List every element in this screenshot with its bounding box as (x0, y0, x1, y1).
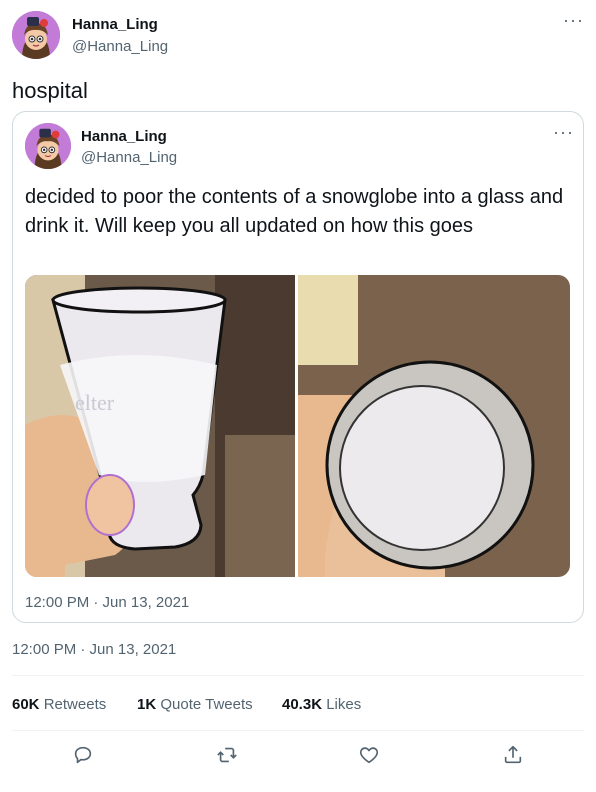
glass-print: elter (75, 390, 115, 415)
display-name[interactable]: Hanna_Ling (72, 16, 158, 33)
tweet-timestamp[interactable]: 12:00 PM · Jun 13, 2021 (12, 641, 176, 658)
quoted-media[interactable]: elter (25, 275, 570, 577)
retweet-button[interactable] (210, 738, 244, 772)
quoted-avatar[interactable] (25, 123, 71, 169)
reply-button[interactable] (66, 738, 100, 772)
quote-tweets-stat[interactable]: 1K Quote Tweets (137, 696, 253, 713)
quoted-more-options-icon[interactable]: ··· (553, 123, 574, 141)
quoted-tweet-text: decided to poor the contents of a snowgl… (25, 186, 564, 237)
more-options-icon[interactable]: ··· (563, 11, 584, 29)
like-icon (359, 747, 379, 764)
avatar[interactable] (12, 11, 60, 59)
likes-label: Likes (326, 696, 362, 713)
quotes-count: 1K (137, 696, 157, 713)
reply-icon (74, 746, 92, 764)
quoted-timestamp[interactable]: 12:00 PM · Jun 13, 2021 (25, 594, 189, 611)
divider (12, 675, 584, 676)
share-icon (504, 745, 522, 764)
avatar-image (12, 11, 60, 59)
retweets-count: 60K (12, 696, 40, 713)
glass-top-photo (298, 275, 570, 577)
glass-side-photo: elter (25, 275, 295, 577)
share-button[interactable] (496, 738, 530, 772)
divider (12, 730, 584, 731)
quoted-avatar-image (25, 123, 71, 169)
retweets-label: Retweets (43, 696, 107, 713)
likes-count: 40.3K (282, 696, 323, 713)
quoted-display-name[interactable]: Hanna_Ling (81, 128, 167, 145)
like-button[interactable] (352, 738, 386, 772)
retweets-stat[interactable]: 60K Retweets (12, 696, 106, 713)
tweet-text: hospital (12, 78, 88, 103)
retweet-icon (217, 747, 237, 763)
quoted-handle[interactable]: @Hanna_Ling (81, 149, 177, 166)
likes-stat[interactable]: 40.3K Likes (282, 696, 361, 713)
handle[interactable]: @Hanna_Ling (72, 38, 168, 55)
quotes-label: Quote Tweets (160, 696, 253, 713)
media-images: elter (25, 275, 570, 577)
